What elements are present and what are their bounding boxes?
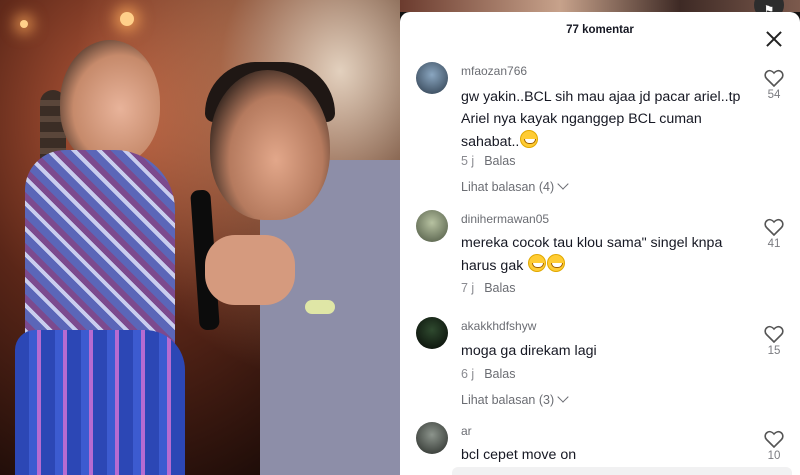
performer-woman-head <box>60 40 160 165</box>
stage-light <box>20 20 28 28</box>
performer-woman-skirt <box>15 330 185 475</box>
comment-text: moga ga direkam lagi <box>461 343 597 359</box>
like-count: 10 <box>767 450 781 462</box>
grin-emoji-icon <box>520 130 539 148</box>
performer-hands <box>205 235 295 305</box>
comments-count-title: 77 komentar <box>566 24 634 36</box>
view-replies-button[interactable]: Lihat balasan (4) <box>461 178 569 194</box>
comment-meta: 6 j Balas <box>461 367 515 381</box>
video-player[interactable] <box>0 0 400 475</box>
like-count: 15 <box>767 345 781 357</box>
reply-button[interactable]: Balas <box>484 281 515 295</box>
comment-input-bar[interactable] <box>452 467 792 475</box>
comment-text: bcl cepet move on <box>461 447 577 463</box>
avatar[interactable] <box>416 317 448 349</box>
comment-username[interactable]: akakkhdfshyw <box>461 319 536 333</box>
chevron-down-icon <box>557 391 569 403</box>
stage-light <box>120 12 134 26</box>
comment-text: gw yakin..BCL sih mau ajaa jd pacar arie… <box>461 89 741 150</box>
comment-username[interactable]: ar <box>461 424 472 438</box>
grin-emoji-icon <box>528 254 547 272</box>
avatar[interactable] <box>416 210 448 242</box>
close-icon[interactable] <box>764 29 784 49</box>
background-video-peek <box>400 0 800 12</box>
comment-username[interactable]: mfaozan766 <box>461 64 527 78</box>
comment-time: 6 j <box>461 367 475 381</box>
reply-button[interactable]: Balas <box>484 154 515 168</box>
avatar[interactable] <box>416 62 448 94</box>
comment-time: 5 j <box>461 154 475 168</box>
heart-icon <box>764 69 784 87</box>
like-count: 54 <box>767 89 781 101</box>
heart-icon <box>764 218 784 236</box>
grin-emoji-icon <box>547 254 566 272</box>
like-button[interactable]: 41 <box>762 218 786 250</box>
heart-icon <box>764 430 784 448</box>
view-replies-button[interactable]: Lihat balasan (3) <box>461 391 569 407</box>
heart-icon <box>764 325 784 343</box>
avatar[interactable] <box>416 422 448 454</box>
like-button[interactable]: 10 <box>762 430 786 462</box>
like-button[interactable]: 54 <box>762 69 786 101</box>
comment-meta: 5 j Balas <box>461 154 515 168</box>
bracelet <box>305 300 335 314</box>
comment-meta: 7 j Balas <box>461 281 515 295</box>
comment-text: mereka cocok tau klou sama" singel knpa … <box>461 235 723 274</box>
comment-username[interactable]: dinihermawan05 <box>461 212 549 226</box>
like-count: 41 <box>767 238 781 250</box>
comment-time: 7 j <box>461 281 475 295</box>
reply-button[interactable]: Balas <box>484 367 515 381</box>
like-button[interactable]: 15 <box>762 325 786 357</box>
chevron-down-icon <box>557 178 569 190</box>
performer-man-head <box>210 70 330 220</box>
comments-panel: 77 komentar mfaozan766 gw yakin..BCL sih… <box>400 12 800 475</box>
